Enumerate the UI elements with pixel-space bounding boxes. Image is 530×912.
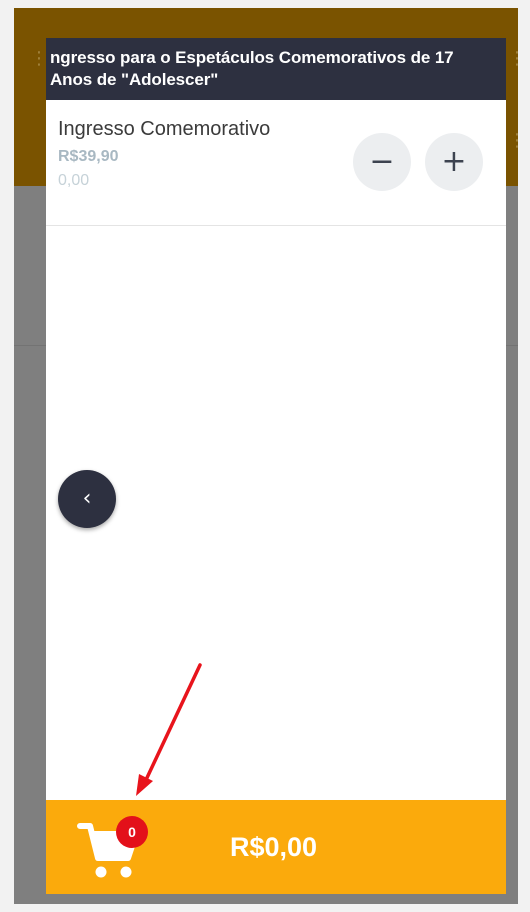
more-vertical-icon: ⋮	[508, 48, 526, 69]
decrease-quantity-button[interactable]: −	[353, 133, 411, 191]
increase-quantity-button[interactable]: +	[425, 133, 483, 191]
minus-icon: −	[369, 144, 395, 179]
plus-icon: +	[441, 144, 467, 179]
back-button[interactable]: ‹	[58, 470, 116, 528]
ticket-name: Ingresso Comemorativo	[58, 118, 271, 140]
cart-total: R$0,00	[230, 832, 318, 862]
more-vertical-icon: ⋮	[508, 130, 526, 151]
ticket-price: R$39,90	[58, 148, 119, 165]
ticket-item: Ingresso Comemorativo R$39,90 0,00 − +	[46, 100, 506, 226]
ticket-subtotal: 0,00	[58, 172, 90, 189]
cart-footer: 0 R$0,00	[46, 800, 506, 894]
ticket-modal: ngresso para o Espetáculos Comemorativos…	[46, 38, 506, 894]
chevron-left-icon: ‹	[82, 486, 92, 511]
modal-title: ngresso para o Espetáculos Comemorativos…	[46, 38, 506, 100]
cart-count-badge: 0	[116, 816, 148, 848]
